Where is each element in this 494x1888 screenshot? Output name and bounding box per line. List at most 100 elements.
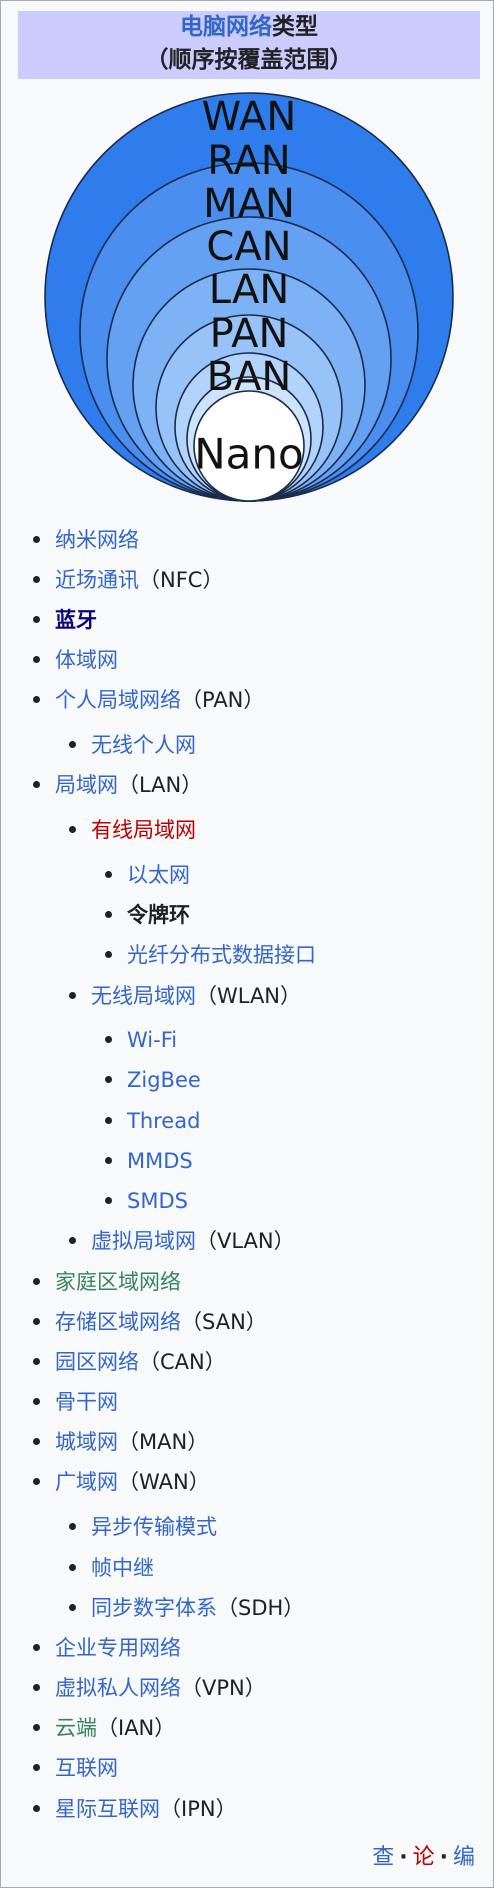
link-vlan[interactable]: 虚拟局域网 <box>91 1229 196 1253</box>
abbr-san: （SAN） <box>181 1310 267 1334</box>
abbr-ian: （IAN） <box>97 1716 176 1740</box>
link-man[interactable]: 城域网 <box>55 1430 118 1454</box>
bullet <box>105 1116 112 1124</box>
bullet <box>33 695 40 703</box>
bullet <box>33 1357 40 1365</box>
link-fddi[interactable]: 光纤分布式数据接口 <box>127 943 316 967</box>
bullet <box>33 1477 40 1485</box>
abbr-vlan: （VLAN） <box>196 1229 295 1253</box>
link-wired-lan[interactable]: 有线局域网 <box>91 818 196 842</box>
link-vpn[interactable]: 虚拟私人网络 <box>55 1676 181 1700</box>
view-template-link[interactable]: 查 <box>372 1845 394 1870</box>
list-item-can: 园区网络（CAN） <box>33 1347 226 1377</box>
link-internet[interactable]: 互联网 <box>55 1756 118 1780</box>
link-ban[interactable]: 体域网 <box>55 648 118 672</box>
bullet <box>105 1156 112 1164</box>
list-item-ban: 体域网 <box>33 645 118 675</box>
list-item-ethernet: 以太网 <box>105 860 190 890</box>
link-wlan[interactable]: 无线局域网 <box>91 984 196 1008</box>
link-ipn[interactable]: 星际互联网 <box>55 1797 160 1821</box>
list-item-ipn: 星际互联网（IPN） <box>33 1794 237 1824</box>
list-item-pan: 个人局域网络（PAN） <box>33 685 264 715</box>
bullet <box>105 950 112 958</box>
link-zigbee[interactable]: ZigBee <box>127 1068 201 1092</box>
list-item-smds: SMDS <box>105 1186 188 1216</box>
ring-label-nano: Nano <box>194 430 303 479</box>
list-item-internet: 互联网 <box>33 1753 118 1783</box>
bullet <box>69 1603 76 1611</box>
link-lan[interactable]: 局域网 <box>55 773 118 797</box>
abbr-wlan: （WLAN） <box>196 984 302 1008</box>
bullet <box>105 1035 112 1043</box>
edit-template-link[interactable]: 编 <box>453 1845 475 1870</box>
link-enterprise-network[interactable]: 企业专用网络 <box>55 1636 181 1660</box>
list-item-sdh: 同步数字体系（SDH） <box>69 1593 304 1623</box>
list-item-wired-lan: 有线局域网 <box>69 815 196 845</box>
bullet <box>105 1196 112 1204</box>
abbr-nfc: （NFC） <box>139 568 224 592</box>
link-ethernet[interactable]: 以太网 <box>127 863 190 887</box>
title-rest: 类型 <box>272 14 318 40</box>
link-bluetooth[interactable]: 蓝牙 <box>55 608 97 632</box>
link-han[interactable]: 家庭区域网络 <box>55 1270 181 1294</box>
bullet <box>33 535 40 543</box>
bullet <box>33 1804 40 1812</box>
bullet <box>69 991 76 999</box>
talk-template-link[interactable]: 论 <box>413 1845 435 1870</box>
list-item-man: 城域网（MAN） <box>33 1427 208 1457</box>
link-pan[interactable]: 个人局域网络 <box>55 688 181 712</box>
navbox: 电脑网络类型 （顺序按覆盖范围） WAN RAN MAN CAN LAN PAN BAN Na… <box>0 0 494 1888</box>
link-nano-network[interactable]: 纳米网络 <box>55 528 139 552</box>
bullet <box>33 1683 40 1691</box>
list-item-han: 家庭区域网络 <box>33 1267 181 1297</box>
link-frame-relay[interactable]: 帧中继 <box>91 1556 154 1580</box>
link-atm[interactable]: 异步传输模式 <box>91 1515 217 1539</box>
list-item-vlan: 虚拟局域网（VLAN） <box>69 1226 295 1256</box>
list-item-san: 存储区域网络（SAN） <box>33 1307 267 1337</box>
list-item-thread: Thread <box>105 1106 200 1136</box>
abbr-lan: （LAN） <box>118 773 203 797</box>
ring-label-lan: LAN <box>209 267 290 313</box>
link-backbone[interactable]: 骨干网 <box>55 1390 118 1414</box>
list-item-vpn: 虚拟私人网络（VPN） <box>33 1673 266 1703</box>
abbr-can: （CAN） <box>139 1350 226 1374</box>
bullet <box>69 1522 76 1530</box>
list-item-zigbee: ZigBee <box>105 1065 201 1095</box>
abbr-vpn: （VPN） <box>181 1676 266 1700</box>
list-item-atm: 异步传输模式 <box>69 1512 217 1542</box>
abbr-ipn: （IPN） <box>160 1797 237 1821</box>
list-item-nano-network: 纳米网络 <box>33 525 139 555</box>
link-thread[interactable]: Thread <box>127 1109 200 1133</box>
link-sdh[interactable]: 同步数字体系 <box>91 1596 217 1620</box>
link-smds[interactable]: SMDS <box>127 1189 188 1213</box>
link-cloud[interactable]: 云端 <box>55 1716 97 1740</box>
list-item-frame-relay: 帧中继 <box>69 1553 154 1583</box>
title-subtitle: （顺序按覆盖范围） <box>145 47 353 73</box>
bullet <box>33 655 40 663</box>
link-san[interactable]: 存储区域网络 <box>55 1310 181 1334</box>
list-item-backbone: 骨干网 <box>33 1387 118 1417</box>
ring-label-ban: BAN <box>207 354 292 400</box>
bullet <box>105 870 112 878</box>
title-link[interactable]: 电脑网络 <box>180 14 272 40</box>
bullet <box>69 1563 76 1571</box>
abbr-sdh: （SDH） <box>217 1596 305 1620</box>
bullet <box>33 1317 40 1325</box>
navbox-title: 电脑网络类型 （顺序按覆盖范围） <box>18 11 480 79</box>
ring-label-man: MAN <box>203 181 295 227</box>
link-wpan[interactable]: 无线个人网 <box>91 733 196 757</box>
bullet <box>33 1723 40 1731</box>
link-wifi[interactable]: Wi-Fi <box>127 1028 177 1052</box>
link-wan[interactable]: 广域网 <box>55 1470 118 1494</box>
list-item-token-ring: 令牌环 <box>105 900 190 930</box>
list-item-nfc: 近场通讯（NFC） <box>33 565 223 595</box>
link-can[interactable]: 园区网络 <box>55 1350 139 1374</box>
link-mmds[interactable]: MMDS <box>127 1149 193 1173</box>
ring-label-wan: WAN <box>202 94 297 140</box>
label-token-ring: 令牌环 <box>127 903 190 927</box>
link-nfc[interactable]: 近场通讯 <box>55 568 139 592</box>
bullet <box>33 615 40 623</box>
ring-label-can: CAN <box>206 224 291 270</box>
abbr-man: （MAN） <box>118 1430 209 1454</box>
list-item-mmds: MMDS <box>105 1146 193 1176</box>
